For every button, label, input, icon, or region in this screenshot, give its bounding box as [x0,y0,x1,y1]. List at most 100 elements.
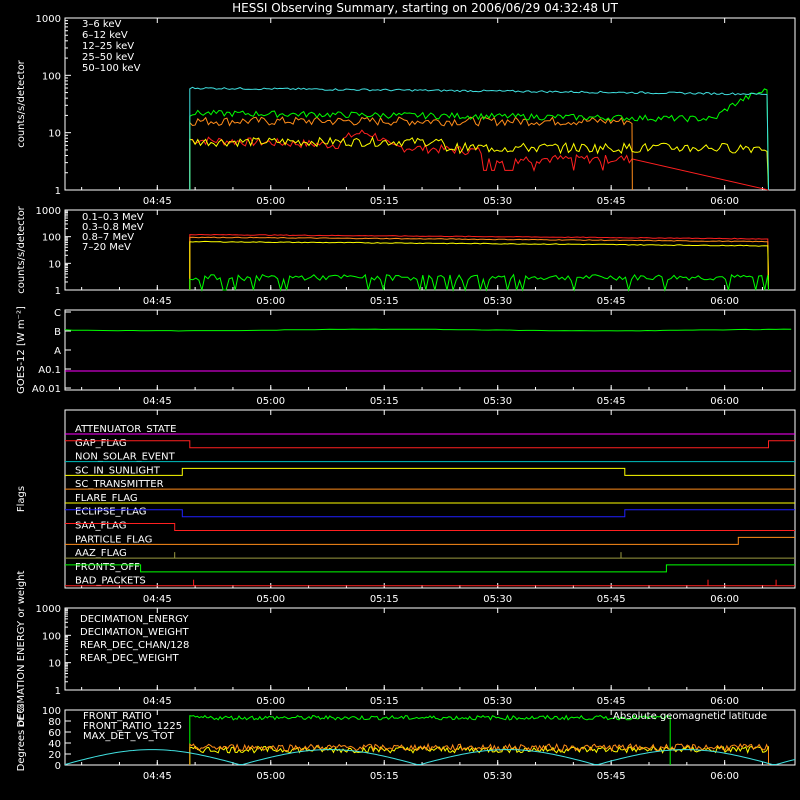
y-tick-label: C [54,308,61,319]
x-tick-label: 04:45 [143,296,172,307]
legend-entry: 50–100 keV [82,63,141,74]
x-tick-label: 05:45 [597,196,626,207]
y-tick-label: 1 [55,686,61,697]
x-tick-label: 05:15 [370,696,399,707]
y-tick-label: 0 [55,761,61,772]
panel-hxr: 04:45 05:00 05:15 05:30 05:45 06:00 counts/s/d… [16,14,796,207]
x-tick-label: 06:00 [710,196,739,207]
y-tick-label: 1 [55,286,61,297]
series-line [189,714,671,766]
panel-frame [64,209,796,291]
x-tick-label: 04:45 [143,594,172,605]
panel-frame [64,409,796,589]
flag-line [65,440,795,449]
x-tick-label: 05:45 [597,396,626,407]
x-tick-label: 06:00 [710,396,739,407]
flag-label: BAD_PACKETS [75,576,146,587]
y-tick-label: 10 [48,129,61,140]
x-tick-label: 06:00 [710,594,739,605]
series-line [189,116,633,191]
legend-entry: 3–6 keV [82,19,121,30]
panel-gamma: 04:45 05:00 05:15 05:30 05:45 06:00 counts/s/d… [16,205,796,307]
y-tick-label: 1000 [36,604,61,615]
y-tick-label: 10 [48,659,61,670]
y-axis-label: Flags [16,486,27,512]
y-tick-label: 20 [48,750,61,761]
panel-frame [64,309,796,391]
y-tick-label: 60 [48,728,61,739]
flag-line [65,523,795,532]
flag-label: PARTICLE_FLAG [75,534,152,545]
flag-label: NON_SOLAR_EVENT [75,452,176,463]
x-tick-label: 04:45 [143,396,172,407]
flag-label: SAA_FLAG [75,521,126,532]
y-tick-label: B [54,327,61,338]
y-tick-label: 10 [48,259,61,270]
x-tick-label: 05:30 [483,396,512,407]
y-tick-label: 100 [42,71,61,82]
legend-entry: 6–12 keV [82,30,128,41]
x-tick-label: 05:00 [256,771,285,782]
panel-ratio: 04:45 05:00 05:15 05:30 05:45 06:00 Degrees or… [16,704,796,782]
y-tick-label: 100 [42,233,61,244]
series-line [189,86,770,191]
y-tick-label: 100 [42,631,61,642]
flag-line [65,564,795,573]
flag-label: AAZ_FLAG [75,548,127,559]
panel-flags: 04:45 05:00 05:15 05:30 05:45 06:00 Flags ATTEN… [16,409,796,605]
x-tick-label: 06:00 [710,696,739,707]
x-tick-label: 05:00 [256,296,285,307]
x-tick-label: 05:15 [370,296,399,307]
flag-label: SC_IN_SUNLIGHT [75,465,161,476]
panels: 04:45 05:00 05:15 05:30 05:45 06:00 counts/s/d… [16,14,796,782]
x-tick-label: 04:45 [143,696,172,707]
panel-decimation: 04:45 05:00 05:15 05:30 05:45 06:00 DECIMATION… [16,570,796,727]
x-tick-label: 04:45 [143,196,172,207]
flag-label: ECLIPSE_FLAG [75,507,146,518]
annotation-label: Absolute geomagnetic latitude [613,711,767,722]
page-title: HESSI Observing Summary, starting on 200… [232,1,618,15]
y-tick-label: A0.1 [38,365,61,376]
legend-entry: DECIMATION_WEIGHT [80,627,189,638]
x-tick-label: 05:30 [483,196,512,207]
x-tick-label: 05:45 [597,296,626,307]
flag-label: FLARE_FLAG [75,493,138,504]
legend-entry: REAR_DEC_WEIGHT [80,653,179,664]
x-tick-label: 05:45 [597,696,626,707]
series-line [189,136,770,191]
chart-canvas: HESSI Observing Summary, starting on 200… [16,1,796,782]
flag-line [65,536,795,545]
flag-label: GAP_FLAG [75,438,127,449]
y-tick-label: 80 [48,717,61,728]
y-tick-label: A0.01 [32,384,61,395]
x-tick-label: 05:30 [483,696,512,707]
x-tick-label: 05:45 [597,771,626,782]
x-tick-label: 06:00 [710,296,739,307]
series-line [189,273,770,292]
panel-frame [64,17,796,191]
legend-entry: MAX_DET_VS_TOT [83,731,175,742]
x-tick-label: 05:45 [597,594,626,605]
y-tick-label: 1 [55,186,61,197]
x-tick-label: 05:15 [370,771,399,782]
y-tick-label: 100 [42,706,61,717]
y-axis-label: GOES-12 [W m⁻²] [16,306,27,394]
x-tick-label: 05:00 [256,696,285,707]
legend-entry: 12–25 keV [82,41,134,52]
x-tick-label: 05:30 [483,296,512,307]
series-line [64,328,792,332]
series-line [64,749,796,765]
flag-line [65,467,795,476]
series-line [189,742,770,766]
x-tick-label: 05:00 [256,594,285,605]
x-tick-label: 05:15 [370,396,399,407]
x-tick-label: 05:30 [483,771,512,782]
legend-entry: REAR_DEC_CHAN/128 [80,640,189,651]
legend-entry: 25–50 keV [82,52,134,63]
flag-label: ATTENUATOR_STATE [75,424,176,435]
x-tick-label: 05:00 [256,196,285,207]
y-tick-label: 40 [48,739,61,750]
y-axis-label: counts/s/detector [16,205,27,293]
flag-line [65,509,795,518]
x-tick-label: 05:15 [370,196,399,207]
